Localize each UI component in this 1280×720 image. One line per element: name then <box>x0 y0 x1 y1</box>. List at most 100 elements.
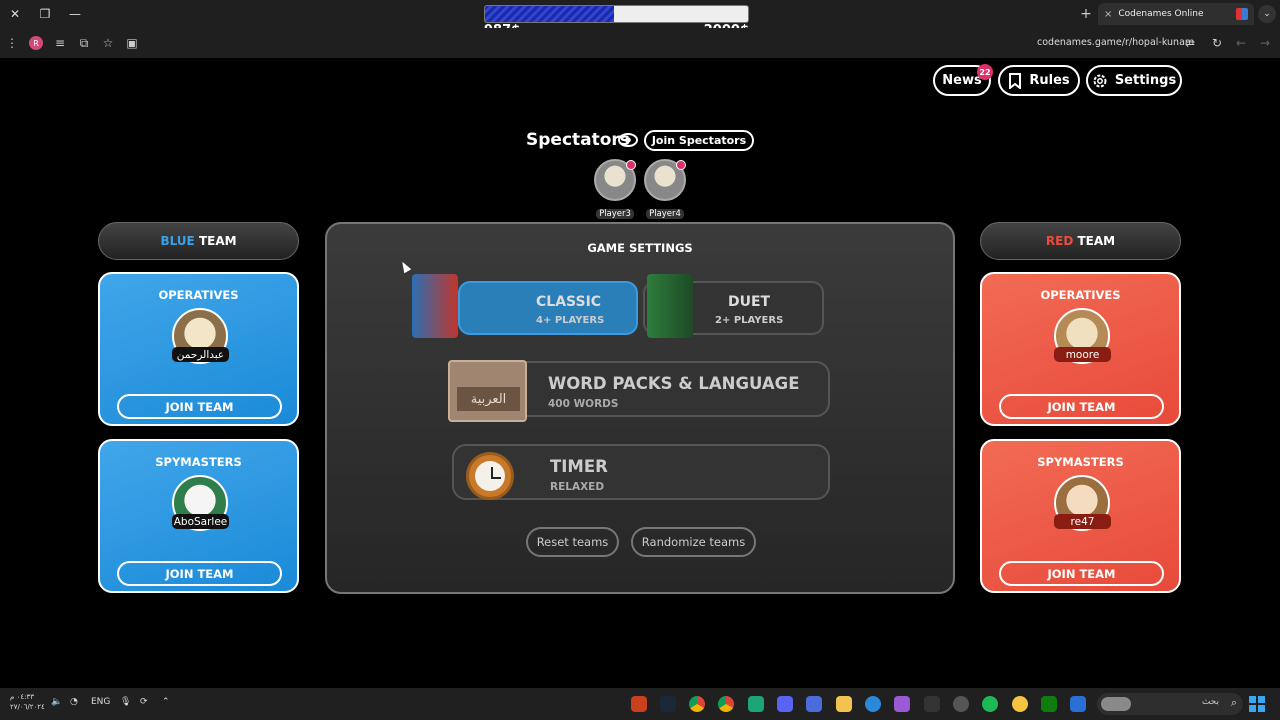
tray-chevron-icon[interactable]: ⌃ <box>162 697 170 707</box>
status-dot-icon <box>676 160 686 170</box>
bookmark-icon <box>1009 72 1022 89</box>
player-name: re47 <box>1054 514 1111 529</box>
eye-icon <box>618 133 638 147</box>
player-name: AboSarlee <box>172 514 229 529</box>
language-indicator[interactable]: ENG <box>91 697 110 707</box>
mode-players: 2+ PLAYERS <box>715 315 784 326</box>
app-icon-bing[interactable] <box>1070 696 1086 712</box>
clock[interactable]: ٠٤:٣٣ م ٢٧/٠٦/٢٠٢٤ <box>10 692 45 712</box>
card-title: OPERATIVES <box>1040 288 1121 302</box>
reload-icon[interactable]: ↻ <box>1205 31 1229 55</box>
app-icon-copilot[interactable] <box>894 696 910 712</box>
speaker-icon[interactable]: 🔈 <box>51 697 62 707</box>
timer-mode: RELAXED <box>550 481 605 493</box>
randomize-teams-button[interactable]: Randomize teams <box>631 527 756 557</box>
browser-tab[interactable]: × Codenames Online <box>1098 3 1254 25</box>
windows-start-icon[interactable] <box>1249 696 1265 712</box>
language-tile: العربية <box>448 360 527 422</box>
clock-time: ٠٤:٣٣ م <box>10 693 34 701</box>
duet-box-icon <box>647 274 693 338</box>
team-word: TEAM <box>1077 234 1116 248</box>
join-team-button[interactable]: JOIN TEAM <box>117 394 282 419</box>
back-icon[interactable]: ← <box>1229 31 1253 55</box>
join-team-button[interactable]: JOIN TEAM <box>117 561 282 586</box>
gear-icon <box>1093 74 1107 87</box>
word-packs-button[interactable]: العربية WORD PACKS & LANGUAGE 400 WORDS <box>448 360 830 422</box>
search-icon: ⌕ <box>1230 696 1237 709</box>
card-title: SPYMASTERS <box>1037 455 1124 469</box>
timer-button[interactable]: TIMER RELAXED <box>452 444 830 500</box>
taskbar-search[interactable]: بحث ⌕ <box>1097 693 1243 715</box>
word-count: 400 WORDS <box>548 398 619 410</box>
sync-icon[interactable]: ⟳ <box>140 697 148 707</box>
tab-list-chevron-icon[interactable]: ⌄ <box>1258 5 1276 23</box>
menu-dots-icon[interactable]: ⋮ <box>0 31 24 55</box>
join-spectators-button[interactable]: Join Spectators <box>644 130 754 151</box>
classic-box-icon <box>412 274 458 338</box>
rules-button[interactable]: Rules <box>998 65 1080 96</box>
settings-button[interactable]: Settings <box>1086 65 1182 96</box>
forward-icon[interactable]: → <box>1253 31 1277 55</box>
app-icon-store[interactable] <box>806 696 822 712</box>
card-title: SPYMASTERS <box>155 455 242 469</box>
app-icon-chrome-2[interactable] <box>718 696 734 712</box>
red-spymasters-card: SPYMASTERS re47 JOIN TEAM <box>980 439 1181 593</box>
app-icon-discord[interactable] <box>777 696 793 712</box>
news-button[interactable]: News 22 <box>933 64 993 96</box>
blue-spymasters-card: SPYMASTERS AboSarlee JOIN TEAM <box>98 439 299 593</box>
app-icon-edge[interactable] <box>865 696 881 712</box>
app-icon-epic[interactable] <box>924 696 940 712</box>
stream-goal-bar <box>484 5 749 23</box>
join-team-button[interactable]: JOIN TEAM <box>999 394 1164 419</box>
microphone-icon[interactable]: 🎙 <box>120 697 131 707</box>
game-page: News 22 Rules Settings Spectators Join S… <box>0 58 1280 688</box>
avatar <box>644 159 686 201</box>
app-icon-steam[interactable] <box>660 696 676 712</box>
mode-classic-button[interactable]: CLASSIC 4+ PLAYERS <box>412 274 638 338</box>
playlist-icon[interactable]: ≡ <box>48 31 72 55</box>
team-color-word: BLUE <box>160 234 195 248</box>
profile-icon[interactable]: R <box>24 31 48 55</box>
reset-teams-button[interactable]: Reset teams <box>526 527 619 557</box>
news-count-badge: 22 <box>977 64 993 80</box>
mode-duet-button[interactable]: DUET 2+ PLAYERS <box>643 274 824 338</box>
join-team-button[interactable]: JOIN TEAM <box>999 561 1164 586</box>
collections-icon[interactable]: ▣ <box>120 31 144 55</box>
app-icon-app[interactable] <box>953 696 969 712</box>
app-icon-files[interactable] <box>836 696 852 712</box>
wifi-icon[interactable]: ◔ <box>70 697 78 707</box>
restore-window-icon[interactable]: ❐ <box>30 0 60 28</box>
app-icon-ea[interactable] <box>631 696 647 712</box>
app-icon-xbox[interactable] <box>1041 696 1057 712</box>
app-icon-sheets[interactable] <box>748 696 764 712</box>
spectator-name: Player4 <box>646 209 684 219</box>
timer-title: TIMER <box>550 457 608 476</box>
red-team-header: RED TEAM <box>980 222 1181 260</box>
new-tab-icon[interactable]: + <box>1076 0 1096 28</box>
close-window-icon[interactable]: ✕ <box>0 0 30 28</box>
close-tab-icon[interactable]: × <box>1104 9 1112 20</box>
tab-title: Codenames Online <box>1118 9 1204 19</box>
site-settings-icon[interactable]: ⇌ <box>1178 31 1202 55</box>
rules-label: Rules <box>1029 73 1070 88</box>
team-color-word: RED <box>1045 234 1074 248</box>
mode-name: CLASSIC <box>536 294 602 310</box>
stopwatch-icon <box>466 452 514 500</box>
red-operatives-card: OPERATIVES moore JOIN TEAM <box>980 272 1181 426</box>
blue-team-header: BLUE TEAM <box>98 222 299 260</box>
card-title: OPERATIVES <box>158 288 239 302</box>
app-icon-chrome[interactable] <box>689 696 705 712</box>
extensions-icon[interactable]: ⧉ <box>72 31 96 55</box>
url-text[interactable]: codenames.game/r/hopal-kunam <box>1037 37 1194 48</box>
mode-name: DUET <box>728 294 771 310</box>
spectator-player: Player4 <box>642 159 688 220</box>
bookmark-star-icon[interactable]: ☆ <box>96 31 120 55</box>
minimize-window-icon[interactable]: — <box>60 0 90 28</box>
word-packs-title: WORD PACKS & LANGUAGE <box>548 374 800 393</box>
app-icon-spotify[interactable] <box>982 696 998 712</box>
search-placeholder: بحث <box>1201 697 1219 707</box>
game-settings-panel: GAME SETTINGS CLASSIC 4+ PLAYERS DUET 2+… <box>325 222 955 594</box>
app-icon-chat[interactable] <box>1012 696 1028 712</box>
settings-label: Settings <box>1114 73 1177 88</box>
stream-goal-fill <box>485 6 614 22</box>
